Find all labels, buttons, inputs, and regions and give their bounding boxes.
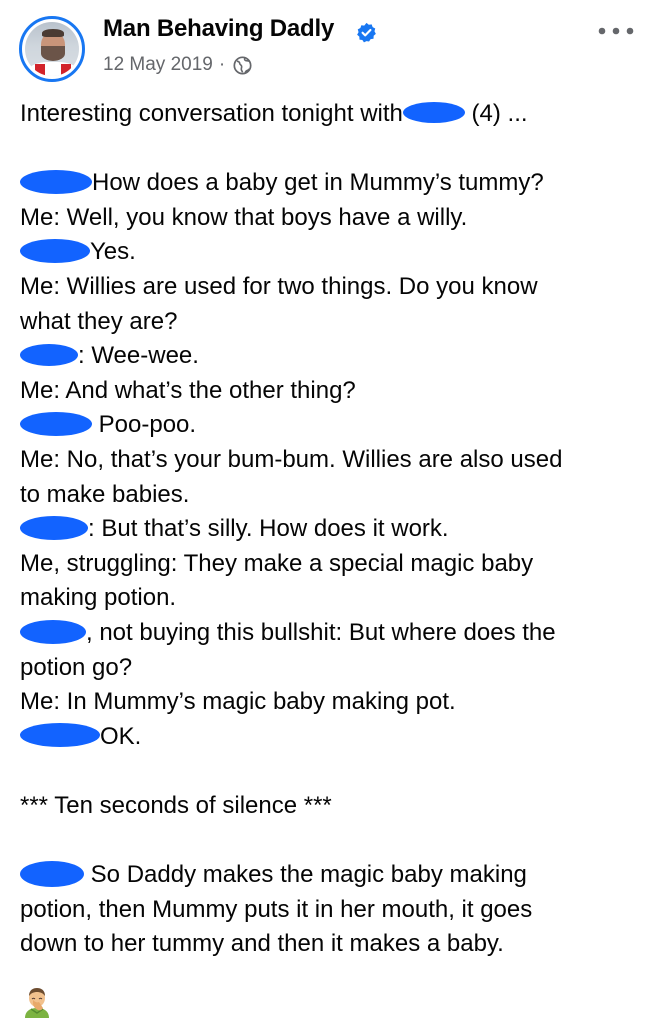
text-line: OK.: [20, 720, 635, 755]
text-line: potion go?: [20, 653, 133, 681]
redacted-name: [20, 723, 100, 748]
text-line: , not buying this bullshit: But where do…: [20, 616, 635, 651]
more-options-icon[interactable]: [596, 24, 636, 38]
text-line: Me: Well, you know that boys have a will…: [20, 203, 468, 231]
text-line: down to her tummy and then it makes a ba…: [20, 930, 504, 958]
text-line: making potion.: [20, 584, 177, 612]
redacted-name: [402, 102, 465, 124]
text-fragment: Interesting conversation tonight with: [20, 100, 403, 127]
text-line: Yes.: [20, 235, 635, 270]
meta-separator: ·: [218, 54, 226, 75]
text-line: what they are?: [20, 307, 178, 335]
text-line: How does a baby get in Mummy’s tummy?: [20, 166, 635, 201]
man-facepalming-icon: [25, 988, 49, 1018]
text-line: potion, then Mummy puts it in her mouth,…: [20, 895, 533, 923]
text-fragment: How does a baby get in Mummy’s tummy?: [92, 169, 544, 197]
author-avatar[interactable]: [19, 16, 85, 82]
text-line: to make babies.: [20, 480, 190, 508]
emoji-row: [22, 986, 52, 1018]
text-line: : Wee-wee.: [20, 339, 635, 374]
text-line: Interesting conversation tonight with (4…: [20, 97, 635, 132]
post-meta: 12 May 2019 ·: [103, 54, 252, 76]
text-fragment: , not buying this bullshit: But where do…: [86, 618, 556, 646]
text-line: Me: In Mummy’s magic baby making pot.: [20, 688, 456, 716]
text-line: *** Ten seconds of silence ***: [20, 791, 332, 819]
redacted-name: [20, 860, 84, 887]
text-line: Me: Willies are used for two things. Do …: [20, 272, 538, 300]
text-line: So Daddy makes the magic baby making: [20, 858, 635, 893]
text-fragment: : Wee-wee.: [78, 342, 199, 370]
text-fragment: Poo-poo.: [92, 411, 197, 439]
redacted-name: [20, 412, 92, 436]
author-name[interactable]: Man Behaving Dadly: [103, 15, 334, 43]
redacted-name: [20, 343, 78, 366]
redacted-name: [20, 515, 88, 540]
text-line: Me, struggling: They make a special magi…: [20, 549, 534, 577]
profile-photo: [25, 22, 79, 76]
redacted-name: [20, 239, 90, 264]
text-fragment: So Daddy makes the magic baby making: [84, 861, 527, 889]
redacted-name: [20, 619, 86, 644]
text-fragment: (4) ...: [464, 100, 528, 127]
verified-badge-icon: [357, 22, 376, 43]
text-line: Poo-poo.: [20, 408, 635, 443]
post-date[interactable]: 12 May 2019: [103, 54, 213, 76]
text-line: : But that’s silly. How does it work.: [20, 512, 635, 547]
text-line: Me: And what’s the other thing?: [20, 376, 356, 404]
text-fragment: OK.: [100, 722, 142, 750]
text-fragment: Yes.: [90, 238, 136, 266]
redacted-name: [20, 169, 92, 194]
text-fragment: : But that’s silly. How does it work.: [88, 515, 449, 543]
post-header: Man Behaving Dadly 12 May 2019 ·: [0, 0, 649, 96]
text-line: Me: No, that’s your bum-bum. Willies are…: [20, 445, 563, 473]
post-text: Interesting conversation tonight with (4…: [20, 97, 635, 962]
globe-icon[interactable]: [233, 55, 252, 75]
